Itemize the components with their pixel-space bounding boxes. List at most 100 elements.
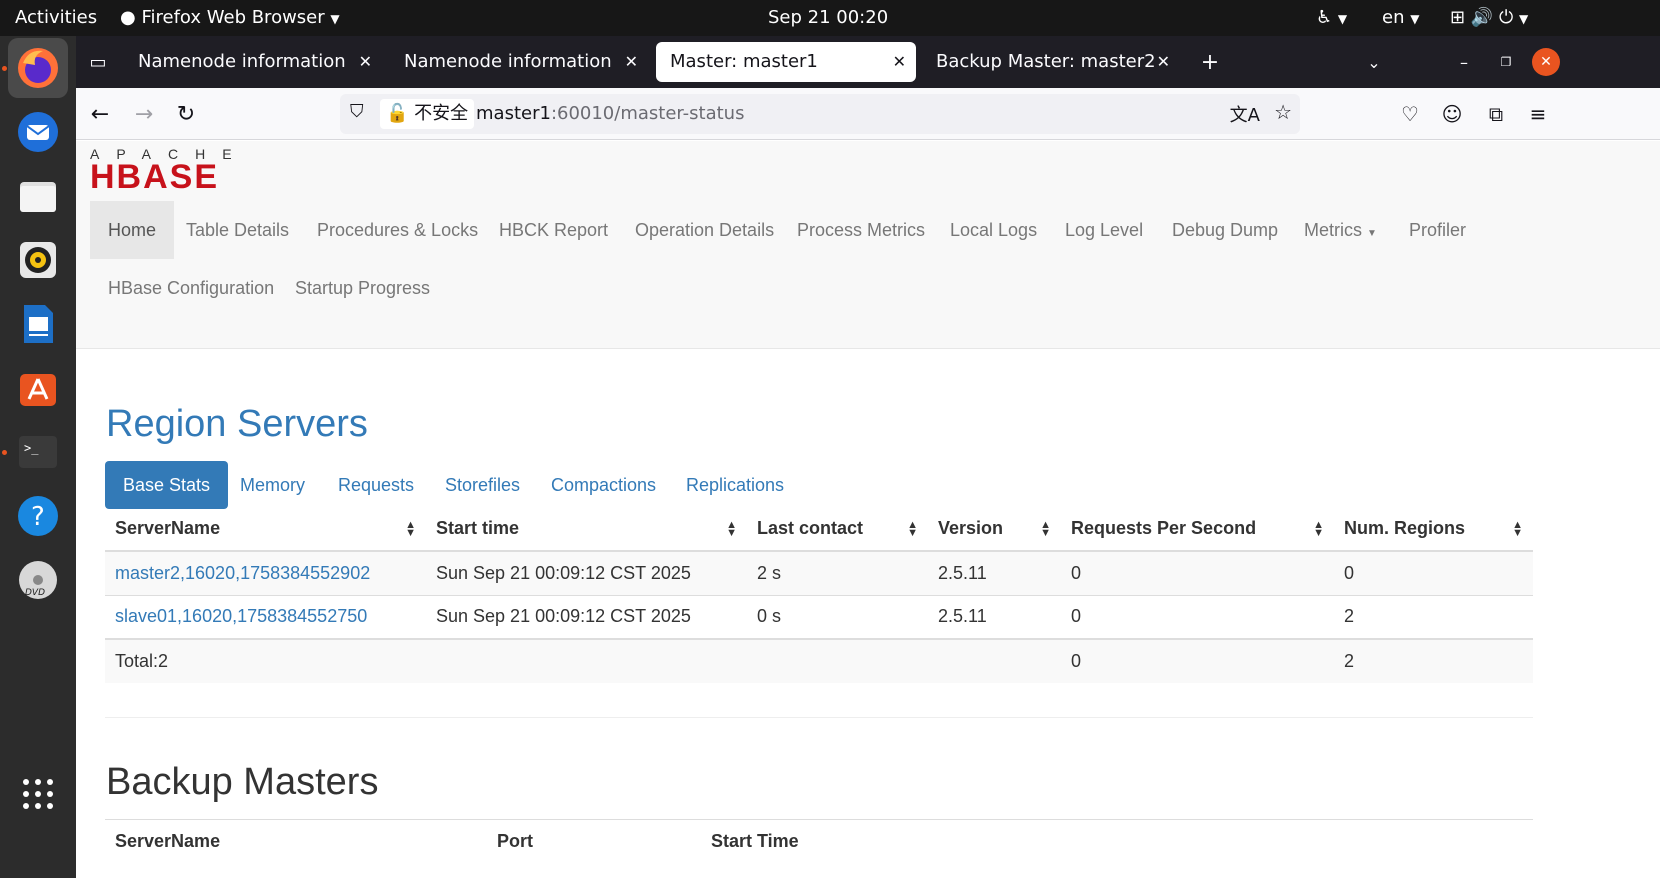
- hbase-navbar: APACHE HBASE Home Table Details Procedur…: [76, 141, 1660, 349]
- window-close-button[interactable]: ✕: [1532, 48, 1560, 76]
- chevron-down-icon: ▼: [1410, 12, 1420, 26]
- accessibility-menu[interactable]: ♿ ▼: [1316, 0, 1347, 36]
- minimize-button[interactable]: –: [1448, 46, 1480, 78]
- app-store-icon: [20, 374, 56, 406]
- dock-terminal[interactable]: >_: [8, 422, 68, 482]
- close-icon[interactable]: ✕: [359, 42, 372, 82]
- table-row: slave01,16020,1758384552750 Sun Sep 21 0…: [105, 594, 1533, 639]
- tab-namenode-1[interactable]: Namenode information ✕: [124, 42, 382, 82]
- column-header-servername[interactable]: ServerName: [105, 820, 487, 864]
- nav-procedures-locks[interactable]: Procedures & Locks: [299, 201, 496, 259]
- nav-log-level[interactable]: Log Level: [1047, 201, 1161, 259]
- firefox-view-icon[interactable]: ▭: [82, 46, 114, 78]
- column-header-start-time[interactable]: Start time ▲ ▼: [426, 507, 747, 552]
- dock-app-center[interactable]: [8, 358, 68, 418]
- tab-memory[interactable]: Memory: [222, 461, 323, 509]
- total-empty-cell: [747, 638, 928, 683]
- sort-icon: ▲ ▼: [1512, 519, 1523, 539]
- shield-icon[interactable]: ⛉: [350, 101, 364, 122]
- reload-icon[interactable]: ↻: [170, 98, 202, 130]
- column-header-last-contact[interactable]: Last contact ▲ ▼: [747, 507, 928, 552]
- tab-storefiles[interactable]: Storefiles: [427, 461, 538, 509]
- nav-local-logs[interactable]: Local Logs: [932, 201, 1055, 259]
- dock-thunderbird[interactable]: [8, 102, 68, 162]
- server-link[interactable]: master2,16020,1758384552902: [115, 563, 370, 583]
- tab-backup-master2[interactable]: Backup Master: master2 ✕: [922, 42, 1180, 82]
- cell-servername: master2,16020,1758384552902: [105, 550, 426, 595]
- svg-text:>_: >_: [24, 441, 39, 455]
- nav-operation-details[interactable]: Operation Details: [617, 201, 792, 259]
- nav-debug-dump[interactable]: Debug Dump: [1154, 201, 1296, 259]
- tab-replications[interactable]: Replications: [668, 461, 802, 509]
- dock-rhythmbox[interactable]: [8, 230, 68, 290]
- tab-compactions[interactable]: Compactions: [533, 461, 674, 509]
- extensions-icon[interactable]: ⧉: [1480, 98, 1512, 130]
- translate-icon[interactable]: 文A: [1230, 101, 1260, 127]
- close-icon[interactable]: ✕: [625, 42, 638, 82]
- tab-base-stats[interactable]: Base Stats: [105, 461, 229, 509]
- navigation-toolbar: ← → ↻ ⛉ 🔓 不安全 master1:60010/master-statu…: [76, 88, 1660, 140]
- caret-down-icon: ▼: [1367, 228, 1377, 239]
- url-text[interactable]: master1:60010/master-status: [476, 94, 744, 134]
- total-empty-cell: [426, 638, 747, 683]
- back-arrow-icon[interactable]: ←: [84, 98, 116, 130]
- close-icon[interactable]: ✕: [893, 42, 906, 82]
- dock-firefox[interactable]: [8, 38, 68, 98]
- tab-label: Master: master1: [670, 51, 818, 72]
- column-header-servername[interactable]: ServerName ▲ ▼: [105, 507, 426, 552]
- running-indicator: [2, 450, 7, 455]
- column-header-requests-per-second[interactable]: Requests Per Second ▲ ▼: [1061, 507, 1334, 552]
- tab-master1[interactable]: Master: master1 ✕: [656, 42, 916, 82]
- nav-startup-progress[interactable]: Startup Progress: [277, 259, 448, 317]
- nav-home[interactable]: Home: [90, 201, 175, 259]
- table-row: master2,16020,1758384552902 Sun Sep 21 0…: [105, 550, 1533, 595]
- apache-hbase-logo: APACHE HBASE: [90, 146, 232, 196]
- hbase-logo[interactable]: APACHE HBASE: [90, 145, 260, 196]
- nav-hbase-configuration[interactable]: HBase Configuration: [90, 259, 292, 317]
- system-status-menu[interactable]: ⊞ 🔊 ⏻ ▼: [1450, 0, 1528, 36]
- header-label: Last contact: [757, 518, 864, 538]
- account-icon[interactable]: ☺: [1436, 98, 1468, 130]
- nav-profiler[interactable]: Profiler: [1391, 201, 1484, 259]
- volume-icon: 🔊: [1470, 7, 1494, 28]
- dock-dvd[interactable]: DVD: [8, 550, 68, 610]
- dock-help[interactable]: ?: [8, 486, 68, 546]
- show-apps-button[interactable]: [8, 764, 68, 824]
- url-bar[interactable]: ⛉ 🔓 不安全 master1:60010/master-status 文A ☆: [340, 94, 1300, 134]
- tab-requests[interactable]: Requests: [320, 461, 432, 509]
- column-header-start-time[interactable]: Start Time: [701, 820, 1533, 864]
- pocket-icon[interactable]: ♡: [1394, 98, 1426, 130]
- tab-namenode-2[interactable]: Namenode information ✕: [390, 42, 648, 82]
- network-icon: ⊞: [1450, 7, 1466, 28]
- column-header-version[interactable]: Version ▲ ▼: [928, 507, 1061, 552]
- menu-hamburger-icon[interactable]: ≡: [1522, 98, 1554, 130]
- nav-process-metrics[interactable]: Process Metrics: [779, 201, 943, 259]
- server-link[interactable]: slave01,16020,1758384552750: [115, 606, 367, 626]
- dock-writer[interactable]: [8, 294, 68, 354]
- header-label: Version: [938, 518, 1004, 538]
- language-label: en: [1382, 7, 1405, 28]
- bookmark-star-icon[interactable]: ☆: [1274, 100, 1292, 124]
- column-header-num-regions[interactable]: Num. Regions ▲ ▼: [1334, 507, 1533, 552]
- tab-list-chevron-icon[interactable]: ⌄: [1358, 46, 1390, 78]
- chevron-down-icon: ▼: [1337, 12, 1348, 26]
- cell-last-contact: 2 s: [747, 550, 928, 595]
- cell-num-regions: 0: [1334, 550, 1533, 595]
- input-language-menu[interactable]: en ▼: [1382, 0, 1419, 36]
- nav-metrics-dropdown[interactable]: Metrics ▼: [1286, 201, 1395, 259]
- restore-button[interactable]: ❐: [1490, 46, 1522, 78]
- close-icon[interactable]: ✕: [1157, 42, 1170, 82]
- nav-hbck-report[interactable]: HBCK Report: [481, 201, 626, 259]
- column-header-port[interactable]: Port: [487, 820, 701, 864]
- dock-files[interactable]: [8, 166, 68, 226]
- app-menu[interactable]: ● Firefox Web Browser ▼: [120, 0, 340, 36]
- activities-button[interactable]: Activities: [15, 0, 97, 36]
- svg-text:?: ?: [31, 502, 45, 532]
- new-tab-button[interactable]: +: [1194, 46, 1226, 78]
- speaker-icon: [20, 242, 56, 278]
- clock[interactable]: Sep 21 00:20: [768, 0, 888, 36]
- security-indicator[interactable]: 🔓 不安全: [380, 99, 475, 129]
- nav-table-details[interactable]: Table Details: [168, 201, 307, 259]
- forward-arrow-icon[interactable]: →: [128, 98, 160, 130]
- nav-metrics-label: Metrics: [1304, 220, 1362, 240]
